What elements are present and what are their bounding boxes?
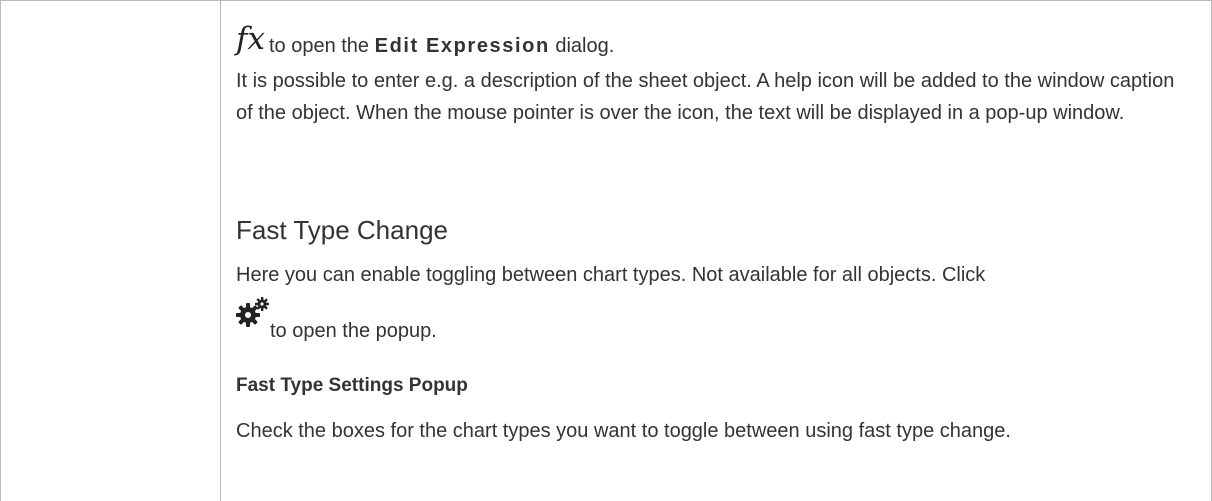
check-paragraph: Check the boxes for the chart types you … [236, 415, 1056, 447]
fx-icon[interactable]: fx [236, 21, 265, 57]
enable-text: Here you can enable toggling between cha… [236, 264, 986, 286]
fx-instruction-line: fx to open the Edit Expression dialog. [236, 23, 614, 62]
gears-icon[interactable] [236, 297, 270, 327]
table-left-column [0, 1, 221, 501]
document-table: fx to open the Edit Expression dialog. It… [0, 0, 1212, 501]
description-paragraph: It is possible to enter e.g. a descripti… [236, 65, 1196, 129]
edit-expression-label: Edit Expression [374, 35, 550, 57]
check-text: Check the boxes for the chart types you … [236, 420, 1011, 442]
fx-prefix-text: to open the [268, 35, 375, 57]
description-text: It is possible to enter e.g. a descripti… [236, 70, 1175, 124]
fx-suffix-text: dialog. [549, 35, 615, 57]
section-heading: Fast Type Change [236, 215, 448, 245]
enable-paragraph: Here you can enable toggling between cha… [236, 259, 1196, 291]
subsection-heading: Fast Type Settings Popup [236, 375, 468, 396]
gear-line-text: to open the popup. [270, 320, 437, 342]
